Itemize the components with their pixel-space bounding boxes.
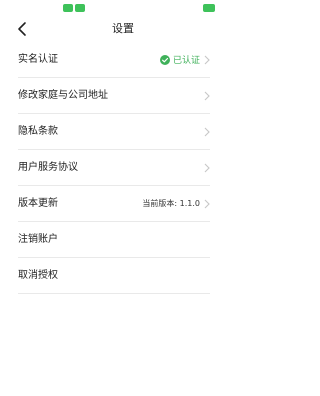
chevron-right-icon xyxy=(204,127,210,136)
status-bar xyxy=(0,0,246,14)
row-label: 取消授权 xyxy=(18,269,58,281)
page-title: 设置 xyxy=(112,22,134,35)
chevron-right-icon xyxy=(204,55,210,64)
verified-status: 已认证 xyxy=(172,56,200,66)
row-user-agreement[interactable]: 用户服务协议 xyxy=(18,150,210,186)
row-right xyxy=(200,114,210,149)
status-indicator xyxy=(75,4,85,12)
row-label: 隐私条款 xyxy=(18,125,58,137)
chevron-right-icon xyxy=(204,91,210,100)
verified-check-icon xyxy=(159,54,170,65)
status-indicator xyxy=(63,4,73,12)
row-label: 版本更新 xyxy=(18,197,58,209)
chevron-right-icon xyxy=(204,199,210,208)
row-label: 实名认证 xyxy=(18,53,58,65)
row-delete-account[interactable]: 注销账户 xyxy=(18,222,210,258)
row-real-name-verification[interactable]: 实名认证 已认证 xyxy=(18,42,210,78)
nav-bar: 设置 xyxy=(0,14,246,44)
row-label: 用户服务协议 xyxy=(18,161,78,173)
row-version-update[interactable]: 版本更新 当前版本: 1.1.0 xyxy=(18,186,210,222)
settings-list: 实名认证 已认证 修改家庭与公司地址 隐私条款 用户服务协议 版本更新 当前版本… xyxy=(18,42,210,294)
battery-icon xyxy=(203,4,215,12)
row-revoke-authorization[interactable]: 取消授权 xyxy=(18,258,210,294)
row-edit-addresses[interactable]: 修改家庭与公司地址 xyxy=(18,78,210,114)
row-right: 当前版本: 1.1.0 xyxy=(142,186,210,221)
chevron-right-icon xyxy=(204,163,210,172)
row-right xyxy=(200,78,210,113)
row-privacy-policy[interactable]: 隐私条款 xyxy=(18,114,210,150)
row-right xyxy=(200,150,210,185)
row-label: 修改家庭与公司地址 xyxy=(18,89,108,101)
current-version: 当前版本: 1.1.0 xyxy=(142,199,200,208)
row-label: 注销账户 xyxy=(18,233,58,245)
row-right: 已认证 xyxy=(159,42,210,77)
